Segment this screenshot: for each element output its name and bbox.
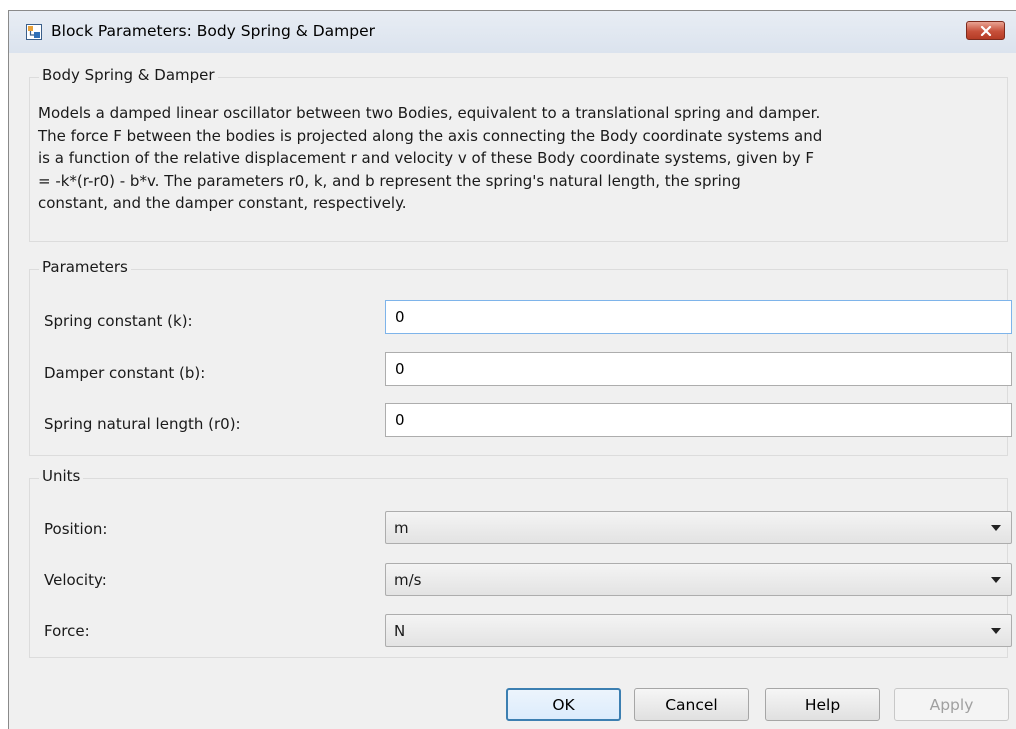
- chevron-down-icon: [991, 628, 1001, 634]
- velocity-unit-value: m/s: [394, 571, 422, 589]
- description-group-title: Body Spring & Damper: [39, 66, 218, 84]
- damper-constant-input[interactable]: [385, 352, 1012, 386]
- units-group: Units Position: m Velocity: m/s Force: N: [29, 467, 1012, 658]
- ok-button[interactable]: OK: [506, 688, 621, 721]
- close-button[interactable]: [966, 21, 1005, 40]
- help-button[interactable]: Help: [765, 688, 880, 721]
- velocity-unit-select[interactable]: m/s: [385, 563, 1012, 596]
- units-group-title: Units: [39, 467, 84, 485]
- parameters-group: Parameters Spring constant (k): Damper c…: [29, 258, 1012, 456]
- close-icon: [980, 25, 991, 36]
- force-unit-select[interactable]: N: [385, 614, 1012, 647]
- force-unit-value: N: [394, 622, 406, 640]
- description-line: constant, and the damper constant, respe…: [38, 194, 407, 213]
- damper-constant-label: Damper constant (b):: [44, 364, 206, 382]
- description-line: Models a damped linear oscillator betwee…: [38, 104, 821, 122]
- position-unit-label: Position:: [44, 520, 108, 538]
- window-title: Block Parameters: Body Spring & Damper: [51, 22, 376, 40]
- position-unit-select[interactable]: m: [385, 511, 1012, 544]
- description-line: is a function of the relative displaceme…: [38, 149, 815, 168]
- spring-natural-length-input[interactable]: [385, 403, 1012, 437]
- description-line: The force F between the bodies is projec…: [38, 126, 823, 145]
- description-line: = -k*(r-r0) - b*v. The parameters r0, k,…: [38, 171, 741, 190]
- cancel-button[interactable]: Cancel: [634, 688, 749, 721]
- chevron-down-icon: [991, 577, 1001, 583]
- chevron-down-icon: [991, 525, 1001, 531]
- spring-natural-length-label: Spring natural length (r0):: [44, 415, 241, 433]
- simulink-block-icon: [26, 24, 42, 40]
- description-group: Body Spring & Damper Models a damped lin…: [29, 66, 1008, 242]
- spring-constant-input[interactable]: [385, 300, 1012, 334]
- velocity-unit-label: Velocity:: [44, 571, 107, 589]
- apply-button[interactable]: Apply: [894, 688, 1009, 721]
- spring-constant-label: Spring constant (k):: [44, 312, 193, 330]
- force-unit-label: Force:: [44, 622, 90, 640]
- title-bar[interactable]: Block Parameters: Body Spring & Damper: [9, 11, 1016, 53]
- block-parameters-dialog: Block Parameters: Body Spring & Damper B…: [8, 10, 1016, 729]
- position-unit-value: m: [394, 519, 409, 537]
- parameters-group-title: Parameters: [39, 258, 131, 276]
- block-description: Models a damped linear oscillator betwee…: [38, 102, 1002, 215]
